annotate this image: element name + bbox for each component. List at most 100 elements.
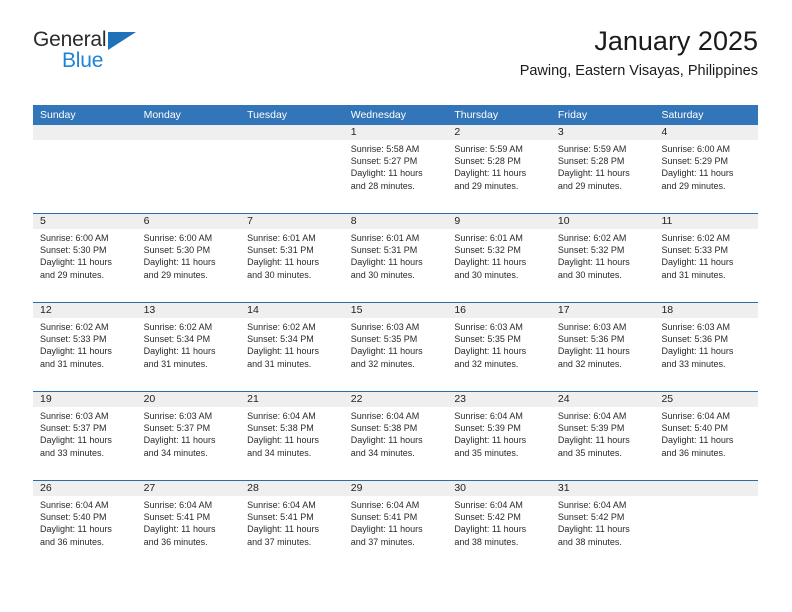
- daylight-text-line1: Daylight: 11 hours: [143, 346, 216, 357]
- day-cell[interactable]: 2 Sunrise: 5:59 AM Sunset: 5:28 PM Daylight…: [447, 125, 551, 213]
- day-cell[interactable]: 30 Sunrise: 6:04 AM Sunset: 5:42 PM Dayligh…: [447, 481, 551, 569]
- daylight-text-line2: and 29 minutes.: [454, 180, 519, 191]
- day-cell[interactable]: 21 Sunrise: 6:04 AM Sunset: 5:38 PM Dayligh…: [240, 392, 344, 480]
- daylight-text-line2: and 33 minutes.: [40, 447, 105, 458]
- day-cell[interactable]: 3 Sunrise: 5:59 AM Sunset: 5:28 PM Daylight…: [550, 125, 655, 213]
- sunset-text: Sunset: 5:31 PM: [247, 245, 314, 256]
- week-row-inner: 12 Sunrise: 6:02 AM Sunset: 5:33 PM Dayligh…: [33, 303, 759, 391]
- day-cell[interactable]: 12 Sunrise: 6:02 AM Sunset: 5:33 PM Dayligh…: [33, 303, 137, 391]
- day-info: Sunrise: 6:02 AM Sunset: 5:34 PM Daylight:…: [240, 318, 344, 370]
- sunrise-text: Sunrise: 6:01 AM: [454, 233, 523, 243]
- day-info: Sunrise: 6:04 AM Sunset: 5:41 PM Daylight:…: [137, 496, 241, 548]
- day-cell[interactable]: 14 Sunrise: 6:02 AM Sunset: 5:34 PM Dayligh…: [240, 303, 344, 391]
- day-cell[interactable]: 27 Sunrise: 6:04 AM Sunset: 5:41 PM Dayligh…: [136, 481, 241, 569]
- sunset-text: Sunset: 5:33 PM: [661, 245, 729, 256]
- sunrise-text: Sunrise: 6:03 AM: [454, 322, 523, 332]
- daylight-text-line1: Daylight: 11 hours: [557, 524, 630, 535]
- daylight-text-line1: Daylight: 11 hours: [661, 435, 734, 446]
- day-cell[interactable]: 25 Sunrise: 6:04 AM Sunset: 5:40 PM Dayligh…: [654, 392, 759, 480]
- daylight-text-line2: and 29 minutes.: [143, 269, 208, 280]
- day-cell[interactable]: 16 Sunrise: 6:03 AM Sunset: 5:35 PM Dayligh…: [447, 303, 551, 391]
- day-cell[interactable]: 26 Sunrise: 6:04 AM Sunset: 5:40 PM Dayligh…: [33, 481, 137, 569]
- sunrise-text: Sunrise: 6:04 AM: [557, 500, 627, 510]
- day-number: [240, 125, 344, 140]
- general-blue-logo[interactable]: General Blue: [33, 28, 213, 84]
- day-cell[interactable]: 31 Sunrise: 6:04 AM Sunset: 5:42 PM Dayligh…: [550, 481, 655, 569]
- daylight-text-line2: and 31 minutes.: [247, 358, 312, 369]
- day-cell[interactable]: 23 Sunrise: 6:04 AM Sunset: 5:39 PM Dayligh…: [447, 392, 551, 480]
- day-cell[interactable]: 5 Sunrise: 6:00 AM Sunset: 5:30 PM Daylight…: [33, 214, 137, 302]
- sunset-text: Sunset: 5:28 PM: [454, 156, 521, 167]
- day-cell[interactable]: 18 Sunrise: 6:03 AM Sunset: 5:36 PM Dayligh…: [654, 303, 759, 391]
- day-cell[interactable]: 15 Sunrise: 6:03 AM Sunset: 5:35 PM Dayligh…: [343, 303, 448, 391]
- daylight-text-line1: Daylight: 11 hours: [454, 435, 527, 446]
- day-cell[interactable]: 7 Sunrise: 6:01 AM Sunset: 5:31 PM Daylight…: [240, 214, 344, 302]
- daylight-text-line2: and 34 minutes.: [350, 447, 415, 458]
- daylight-text-line1: Daylight: 11 hours: [557, 435, 630, 446]
- day-cell[interactable]: 22 Sunrise: 6:04 AM Sunset: 5:38 PM Dayligh…: [343, 392, 448, 480]
- day-info: Sunrise: 6:04 AM Sunset: 5:40 PM Daylight:…: [654, 407, 758, 459]
- sunrise-text: Sunrise: 6:01 AM: [247, 233, 316, 243]
- day-cell[interactable]: 8 Sunrise: 6:01 AM Sunset: 5:31 PM Daylight…: [343, 214, 448, 302]
- sunset-text: Sunset: 5:42 PM: [557, 512, 625, 523]
- sunset-text: Sunset: 5:42 PM: [454, 512, 521, 523]
- day-info: Sunrise: 6:03 AM Sunset: 5:37 PM Daylight:…: [137, 407, 241, 459]
- daylight-text-line1: Daylight: 11 hours: [40, 435, 112, 446]
- sunrise-text: Sunrise: 6:03 AM: [143, 411, 213, 421]
- day-info: Sunrise: 6:03 AM Sunset: 5:35 PM Daylight:…: [447, 318, 551, 370]
- daylight-text-line1: Daylight: 11 hours: [350, 524, 423, 535]
- sunrise-text: Sunrise: 6:01 AM: [350, 233, 420, 243]
- sunset-text: Sunset: 5:37 PM: [143, 423, 211, 434]
- day-cell[interactable]: 24 Sunrise: 6:04 AM Sunset: 5:39 PM Dayligh…: [550, 392, 655, 480]
- day-info: Sunrise: 6:04 AM Sunset: 5:42 PM Daylight:…: [447, 496, 551, 548]
- daylight-text-line2: and 36 minutes.: [661, 447, 726, 458]
- sunrise-text: Sunrise: 6:03 AM: [557, 322, 627, 332]
- day-info: Sunrise: 6:02 AM Sunset: 5:34 PM Daylight:…: [137, 318, 241, 370]
- daylight-text-line1: Daylight: 11 hours: [350, 435, 423, 446]
- week-row-inner: 26 Sunrise: 6:04 AM Sunset: 5:40 PM Dayligh…: [33, 481, 759, 569]
- day-number: 9: [447, 214, 551, 229]
- sunset-text: Sunset: 5:34 PM: [247, 334, 314, 345]
- day-cell[interactable]: 6 Sunrise: 6:00 AM Sunset: 5:30 PM Daylight…: [136, 214, 241, 302]
- day-number: [33, 125, 137, 140]
- day-number: 19: [33, 392, 137, 407]
- day-number: 3: [550, 125, 655, 140]
- daylight-text-line1: Daylight: 11 hours: [557, 168, 630, 179]
- daylight-text-line2: and 35 minutes.: [557, 447, 622, 458]
- day-cell-empty: [33, 125, 137, 213]
- day-info: Sunrise: 6:04 AM Sunset: 5:41 PM Daylight:…: [344, 496, 448, 548]
- day-cell[interactable]: 1 Sunrise: 5:58 AM Sunset: 5:27 PM Daylight…: [343, 125, 448, 213]
- day-number: [136, 125, 241, 140]
- day-info: Sunrise: 6:04 AM Sunset: 5:42 PM Daylight:…: [551, 496, 655, 548]
- day-cell[interactable]: 19 Sunrise: 6:03 AM Sunset: 5:37 PM Dayligh…: [33, 392, 137, 480]
- sunrise-text: Sunrise: 6:03 AM: [661, 322, 731, 332]
- sunrise-text: Sunrise: 6:02 AM: [247, 322, 316, 332]
- day-info: Sunrise: 6:00 AM Sunset: 5:29 PM Daylight:…: [654, 140, 758, 192]
- sunrise-text: Sunrise: 6:00 AM: [143, 233, 213, 243]
- day-cell[interactable]: 9 Sunrise: 6:01 AM Sunset: 5:32 PM Daylight…: [447, 214, 551, 302]
- day-cell[interactable]: 20 Sunrise: 6:03 AM Sunset: 5:37 PM Dayligh…: [136, 392, 241, 480]
- day-number: 2: [447, 125, 551, 140]
- day-cell[interactable]: 11 Sunrise: 6:02 AM Sunset: 5:33 PM Dayligh…: [654, 214, 759, 302]
- sunrise-text: Sunrise: 5:59 AM: [454, 144, 523, 154]
- day-cell[interactable]: 10 Sunrise: 6:02 AM Sunset: 5:32 PM Dayligh…: [550, 214, 655, 302]
- weekday-header-sunday: Sunday: [40, 109, 76, 121]
- day-cell[interactable]: 13 Sunrise: 6:02 AM Sunset: 5:34 PM Dayligh…: [136, 303, 241, 391]
- day-cell[interactable]: 29 Sunrise: 6:04 AM Sunset: 5:41 PM Dayligh…: [343, 481, 448, 569]
- sunset-text: Sunset: 5:36 PM: [557, 334, 625, 345]
- daylight-text-line1: Daylight: 11 hours: [247, 257, 320, 268]
- daylight-text-line1: Daylight: 11 hours: [350, 168, 423, 179]
- sunset-text: Sunset: 5:29 PM: [661, 156, 729, 167]
- day-cell[interactable]: 17 Sunrise: 6:03 AM Sunset: 5:36 PM Dayligh…: [550, 303, 655, 391]
- daylight-text-line2: and 34 minutes.: [247, 447, 312, 458]
- day-cell[interactable]: 28 Sunrise: 6:04 AM Sunset: 5:41 PM Dayligh…: [240, 481, 344, 569]
- sunrise-text: Sunrise: 6:03 AM: [40, 411, 109, 421]
- day-info: Sunrise: 6:04 AM Sunset: 5:39 PM Daylight:…: [551, 407, 655, 459]
- daylight-text-line1: Daylight: 11 hours: [40, 257, 112, 268]
- daylight-text-line1: Daylight: 11 hours: [40, 346, 112, 357]
- week-row: 1 Sunrise: 5:58 AM Sunset: 5:27 PM Daylight…: [33, 125, 759, 213]
- daylight-text-line1: Daylight: 11 hours: [557, 257, 630, 268]
- page-title: January 2025: [594, 26, 758, 56]
- day-cell[interactable]: 4 Sunrise: 6:00 AM Sunset: 5:29 PM Daylight…: [654, 125, 759, 213]
- day-info: Sunrise: 6:00 AM Sunset: 5:30 PM Daylight:…: [33, 229, 137, 281]
